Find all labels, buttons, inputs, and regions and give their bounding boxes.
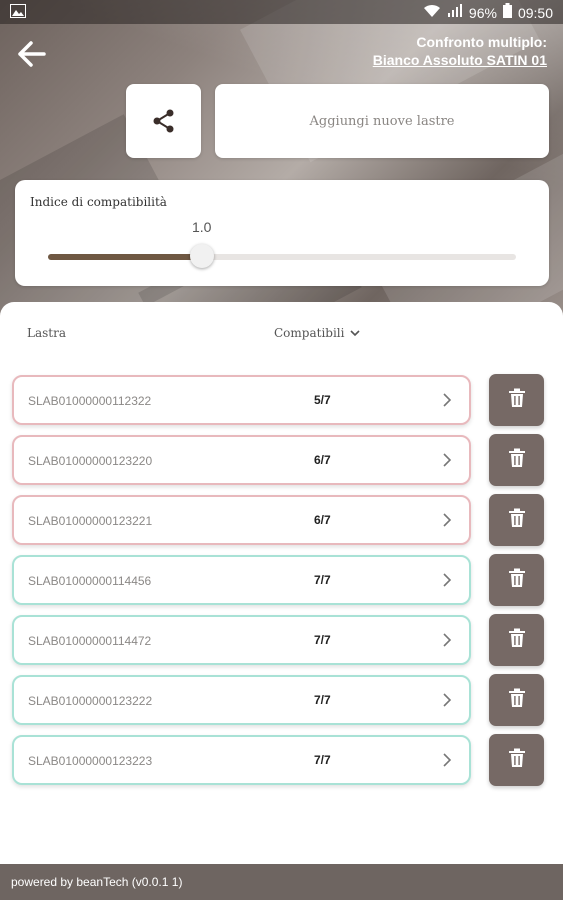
slab-row[interactable]: SLAB01000000123220 6/7 (12, 435, 471, 485)
trash-icon (508, 688, 526, 713)
gallery-icon (10, 4, 26, 21)
compatible-count: 6/7 (314, 453, 331, 467)
add-slabs-button[interactable]: Aggiungi nuove lastre (215, 84, 549, 158)
page-title-main: Confronto multiplo: (416, 34, 547, 50)
chevron-right-icon (442, 513, 452, 532)
compatible-count: 6/7 (314, 513, 331, 527)
delete-slab-button[interactable] (489, 734, 544, 786)
slab-code: SLAB01000000114472 (28, 634, 152, 648)
arrow-left-icon (18, 41, 46, 67)
compatible-count: 7/7 (314, 633, 331, 647)
signal-icon (447, 3, 463, 22)
footer-text: powered by beanTech (v0.0.1 1) (11, 875, 183, 889)
share-button[interactable] (126, 84, 201, 158)
footer: powered by beanTech (v0.0.1 1) (0, 864, 563, 900)
wifi-icon (423, 4, 441, 22)
delete-slab-button[interactable] (489, 374, 544, 426)
compatibility-label: Indice di compatibilità (30, 195, 167, 209)
results-sheet: Lastra Compatibili SLAB01000000112322 5/7… (0, 302, 563, 864)
slab-row[interactable]: SLAB01000000112322 5/7 (12, 375, 471, 425)
slab-row[interactable]: SLAB01000000123221 6/7 (12, 495, 471, 545)
slider-fill (48, 254, 203, 260)
trash-icon (508, 748, 526, 773)
page-subtitle[interactable]: Bianco Assoluto SATIN 01 (373, 51, 547, 69)
compatible-count: 5/7 (314, 393, 331, 407)
delete-slab-button[interactable] (489, 554, 544, 606)
status-bar: 96% 09:50 (0, 0, 563, 24)
delete-slab-button[interactable] (489, 434, 544, 486)
chevron-right-icon (442, 753, 452, 772)
battery-icon (502, 3, 512, 22)
slab-code: SLAB01000000123222 (28, 694, 153, 708)
trash-icon (508, 448, 526, 473)
trash-icon (508, 388, 526, 413)
chevron-right-icon (442, 693, 452, 712)
chevron-right-icon (442, 393, 452, 412)
slab-code: SLAB01000000123220 (28, 454, 153, 468)
compatible-count: 7/7 (314, 753, 331, 767)
delete-slab-button[interactable] (489, 674, 544, 726)
slab-row[interactable]: SLAB01000000114456 7/7 (12, 555, 471, 605)
column-header-lastra: Lastra (27, 326, 66, 340)
slab-code: SLAB01000000112322 (28, 394, 152, 408)
share-icon (153, 109, 173, 133)
slab-row[interactable]: SLAB01000000123223 7/7 (12, 735, 471, 785)
compatibility-value: 1.0 (192, 219, 212, 235)
compatible-count: 7/7 (314, 573, 331, 587)
sort-compatibili-button[interactable]: Compatibili (274, 326, 361, 340)
slab-row[interactable]: SLAB01000000123222 7/7 (12, 675, 471, 725)
chevron-right-icon (442, 453, 452, 472)
back-button[interactable] (12, 34, 52, 74)
clock: 09:50 (517, 4, 553, 21)
compatibility-slider[interactable] (48, 254, 516, 260)
trash-icon (508, 508, 526, 533)
chevron-right-icon (442, 633, 452, 652)
chevron-right-icon (442, 573, 452, 592)
trash-icon (508, 568, 526, 593)
delete-slab-button[interactable] (489, 614, 544, 666)
slab-row[interactable]: SLAB01000000114472 7/7 (12, 615, 471, 665)
column-header-compatibili: Compatibili (274, 326, 345, 340)
slab-code: SLAB01000000123223 (28, 754, 153, 768)
trash-icon (508, 628, 526, 653)
delete-slab-button[interactable] (489, 494, 544, 546)
slider-thumb[interactable] (190, 244, 215, 268)
compatibility-card: Indice di compatibilità 1.0 (15, 180, 549, 286)
chevron-down-icon (350, 329, 361, 336)
page-title: Confronto multiplo: Bianco Assoluto SATI… (373, 33, 547, 69)
slab-code: SLAB01000000123221 (28, 514, 153, 528)
battery-percent: 96% (468, 4, 497, 21)
slab-code: SLAB01000000114456 (28, 574, 152, 588)
compatible-count: 7/7 (314, 693, 331, 707)
